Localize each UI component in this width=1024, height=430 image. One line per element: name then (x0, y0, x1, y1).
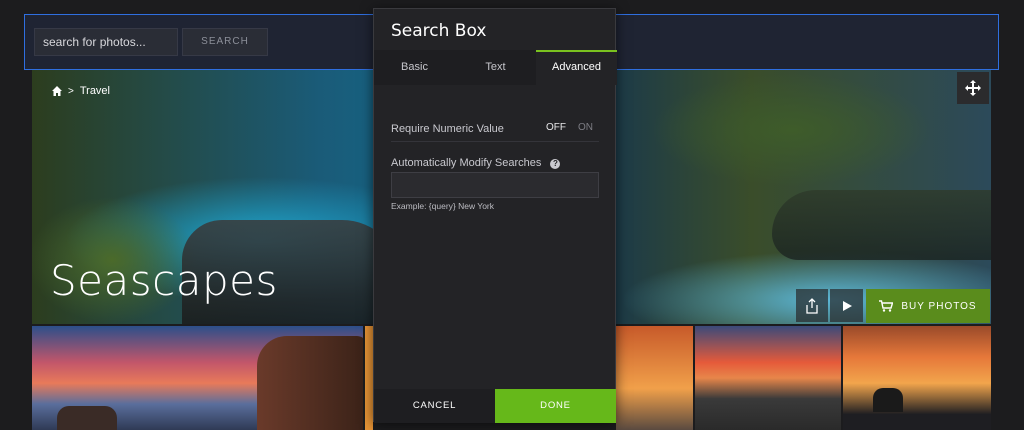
tab-text[interactable]: Text (455, 50, 536, 85)
play-icon (842, 300, 852, 311)
require-numeric-label: Require Numeric Value (391, 123, 504, 135)
move-icon (965, 80, 981, 96)
dialog-title: Search Box (391, 21, 487, 41)
require-numeric-toggle[interactable]: OFF ON (546, 122, 593, 133)
tab-basic[interactable]: Basic (374, 50, 455, 85)
example-hint: Example: {query} New York (391, 201, 495, 211)
share-icon (806, 297, 818, 314)
gallery-thumbnail[interactable] (843, 326, 991, 430)
divider (391, 141, 599, 142)
modify-searches-row: Automatically Modify Searches ? (391, 157, 561, 169)
gallery-thumbnail[interactable] (616, 326, 693, 430)
home-icon[interactable] (52, 86, 62, 96)
breadcrumb-item-travel[interactable]: Travel (80, 85, 110, 97)
gallery-title: Seascapes (50, 256, 278, 305)
gallery-thumbnail[interactable] (32, 326, 363, 430)
gallery-thumbnail[interactable] (695, 326, 841, 430)
buy-photos-label: BUY PHOTOS (901, 300, 977, 312)
move-button[interactable] (957, 72, 989, 104)
breadcrumb: > Travel (52, 85, 110, 97)
toggle-off-option[interactable]: OFF (546, 122, 566, 133)
gallery-thumbnail[interactable] (365, 326, 373, 430)
search-input[interactable]: search for photos... (34, 28, 178, 56)
help-icon[interactable]: ? (550, 159, 561, 169)
share-button[interactable] (796, 289, 828, 322)
dialog-tabs: Basic Text Advanced (374, 50, 617, 85)
tab-advanced[interactable]: Advanced (536, 50, 617, 85)
modify-searches-label: Automatically Modify Searches (391, 157, 542, 169)
toggle-on-option[interactable]: ON (578, 122, 593, 133)
done-button[interactable]: DONE (495, 389, 616, 423)
chevron-right-icon: > (68, 85, 74, 97)
search-button[interactable]: SEARCH (182, 28, 268, 56)
cancel-button[interactable]: CANCEL (374, 389, 495, 423)
play-slideshow-button[interactable] (830, 289, 863, 322)
search-box-settings-dialog: Search Box Basic Text Advanced Require N… (373, 8, 617, 423)
modify-searches-input[interactable] (391, 172, 599, 198)
hero-rocks (772, 190, 991, 260)
thumbnail-cliff (257, 336, 363, 430)
cart-icon (879, 300, 894, 312)
thumbnail-rock (57, 406, 117, 430)
thumbnail-rock (873, 388, 903, 412)
buy-photos-button[interactable]: BUY PHOTOS (866, 289, 990, 323)
